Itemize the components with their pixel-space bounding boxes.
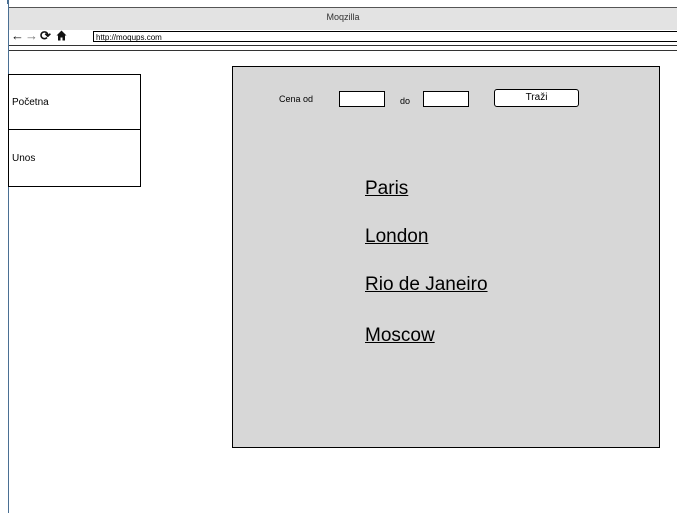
url-bar[interactable]: http://moqups.com — [93, 31, 677, 42]
toolbar-divider — [9, 50, 677, 51]
forward-arrow-icon[interactable]: → — [25, 29, 38, 43]
sidebar-nav: Početna Unos — [8, 74, 141, 187]
city-link-paris[interactable]: Paris — [365, 178, 408, 200]
reload-icon[interactable]: ⟳ — [40, 29, 51, 43]
min-price-input[interactable] — [339, 91, 385, 107]
browser-navbar: ← → ⟳ http://moqups.com — [9, 29, 677, 44]
home-icon[interactable] — [56, 29, 67, 43]
browser-titlebar: Moqzilla — [9, 7, 677, 30]
price-to-label: do — [400, 96, 411, 106]
back-arrow-icon[interactable]: ← — [11, 29, 24, 43]
sidebar-item-unos[interactable]: Unos — [8, 130, 141, 187]
browser-chrome: Moqzilla ← → ⟳ http://moqups.com — [9, 0, 677, 53]
sidebar-item-label: Početna — [12, 97, 49, 108]
window-title: Moqzilla — [326, 12, 360, 22]
sidebar-item-pocetna[interactable]: Početna — [8, 74, 141, 130]
city-link-moscow[interactable]: Moscow — [365, 325, 435, 347]
max-price-input[interactable] — [423, 91, 469, 107]
sidebar-item-label: Unos — [12, 153, 36, 164]
content-panel: Cena od do Traži Paris London Rio de Jan… — [232, 66, 660, 448]
city-link-london[interactable]: London — [365, 226, 428, 248]
price-from-label: Cena od — [279, 94, 314, 104]
search-button[interactable]: Traži — [494, 89, 579, 107]
city-link-rio-de-janeiro[interactable]: Rio de Janeiro — [365, 274, 488, 296]
toolbar-divider — [9, 45, 677, 46]
